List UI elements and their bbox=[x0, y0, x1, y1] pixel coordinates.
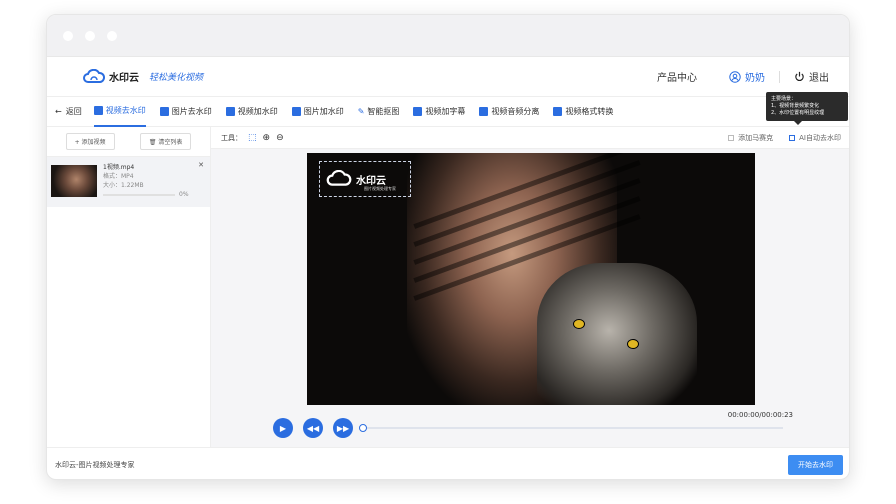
title-bar bbox=[47, 15, 849, 57]
file-progress: 0% bbox=[103, 190, 206, 199]
tools-label: 工具： bbox=[221, 133, 242, 142]
window-dot-maximize[interactable] bbox=[107, 30, 117, 41]
tab-smart-cutout[interactable]: ✎ 智能抠图 bbox=[358, 97, 400, 127]
video-icon bbox=[93, 106, 103, 115]
window-dot-close[interactable] bbox=[63, 30, 73, 41]
player-controls: ▶ ◀◀ ▶▶ 00:00:00/00:00:23 bbox=[211, 409, 849, 447]
header-divider bbox=[779, 70, 780, 83]
tab-label: 图片去水印 bbox=[171, 107, 212, 116]
tab-label: 图片加水印 bbox=[303, 107, 344, 116]
tab-label: 视频音频分离 bbox=[491, 107, 540, 116]
tab-video-add-subtitle[interactable]: 视频加字幕 bbox=[413, 97, 465, 127]
select-box-icon[interactable]: ⬚ bbox=[248, 133, 257, 143]
header-right: 产品中心 奶奶 退出 bbox=[657, 69, 829, 84]
tab-image-remove-watermark[interactable]: 图片去水印 bbox=[159, 97, 212, 127]
cat-figure bbox=[537, 263, 697, 405]
video-preview[interactable]: 水印云 图片视频处理专家 bbox=[307, 153, 755, 405]
file-format: 格式：MP4 bbox=[103, 173, 134, 180]
mosaic-option[interactable]: 添加马赛克 bbox=[728, 133, 773, 143]
close-icon[interactable]: ✕ bbox=[198, 161, 204, 169]
zoom-in-icon[interactable]: ⊕ bbox=[263, 133, 271, 143]
user-name: 奶奶 bbox=[745, 73, 765, 84]
file-sidebar: + 添加视频 🗑 清空列表 1视频.mp4 格式：MP4 大小：1.22MB 0… bbox=[47, 127, 211, 447]
add-video-button[interactable]: + 添加视频 bbox=[65, 133, 115, 150]
ai-remove-label: AI自动去水印 bbox=[799, 133, 841, 142]
zoom-out-icon[interactable]: ⊖ bbox=[276, 133, 284, 143]
tab-label: 视频格式转换 bbox=[565, 107, 614, 116]
subtitle-icon bbox=[413, 107, 423, 116]
tab-label: 视频加水印 bbox=[237, 107, 278, 116]
ai-remove-checkbox[interactable] bbox=[789, 134, 796, 141]
tooltip-line-1: 1、视频背景频繁变化 bbox=[771, 103, 820, 109]
rewind-button[interactable]: ◀◀ bbox=[303, 418, 323, 438]
mosaic-checkbox[interactable] bbox=[728, 134, 735, 141]
user-menu[interactable]: 奶奶 bbox=[729, 69, 765, 84]
power-icon bbox=[795, 71, 804, 82]
ai-remove-tooltip: 主要场景： 1、视频背景频繁变化 2、水印位置有明显纹理 bbox=[766, 92, 848, 125]
mosaic-label: 添加马赛克 bbox=[738, 133, 774, 142]
file-progress-bar bbox=[103, 193, 175, 196]
file-progress-text: 0% bbox=[179, 191, 189, 198]
cat-eye-right bbox=[627, 339, 639, 349]
back-label: 返回 bbox=[65, 107, 82, 116]
tab-format-convert[interactable]: 视频格式转换 bbox=[553, 97, 613, 127]
clear-list-label: 清空列表 bbox=[158, 139, 183, 146]
tab-image-add-watermark[interactable]: 图片加水印 bbox=[291, 97, 344, 127]
video-icon bbox=[225, 107, 235, 116]
tooltip-line-2: 2、水印位置有明显纹理 bbox=[771, 110, 825, 116]
clear-list-button[interactable]: 🗑 清空列表 bbox=[139, 133, 192, 150]
tab-label: 视频加字幕 bbox=[425, 107, 466, 116]
cloud-logo-icon bbox=[83, 68, 105, 83]
footer-app-label: 水印云-图片视频处理专家 bbox=[55, 460, 135, 469]
seek-knob[interactable] bbox=[359, 424, 367, 432]
watermark-subtext: 图片视频处理专家 bbox=[364, 186, 396, 191]
tooltip-title: 主要场景： bbox=[771, 96, 797, 102]
app-header: 水印云 轻松美化视频 产品中心 奶奶 退出 bbox=[47, 57, 849, 97]
back-button[interactable]: ← 返回 bbox=[55, 106, 82, 117]
video-thumbnail bbox=[51, 165, 97, 197]
logout-button[interactable]: 退出 bbox=[794, 69, 829, 84]
start-remove-watermark-button[interactable]: 开始去水印 bbox=[788, 454, 843, 475]
file-size: 大小：1.22MB bbox=[103, 182, 144, 189]
forward-button[interactable]: ▶▶ bbox=[333, 418, 353, 438]
file-name: 1视频.mp4 bbox=[103, 164, 135, 171]
file-icon bbox=[553, 107, 563, 116]
product-center-link[interactable]: 产品中心 bbox=[657, 69, 697, 84]
logo-text: 水印云 bbox=[109, 73, 139, 84]
seek-bar[interactable] bbox=[359, 424, 783, 432]
image-icon bbox=[159, 107, 169, 116]
editor-area: 工具： ⬚ ⊕ ⊖ 添加马赛克 AI自动去水印 水印云 图片视频处理专家 ▶ ◀… bbox=[211, 127, 849, 447]
cat-eye-left bbox=[573, 319, 585, 329]
tab-label: 视频去水印 bbox=[105, 106, 146, 115]
magic-wand-icon: ✎ bbox=[357, 107, 365, 116]
audio-icon bbox=[479, 107, 489, 116]
editor-toolbar: 工具： ⬚ ⊕ ⊖ 添加马赛克 AI自动去水印 bbox=[211, 127, 849, 149]
window-dot-minimize[interactable] bbox=[85, 30, 95, 41]
tab-label: 智能抠图 bbox=[367, 107, 400, 116]
tab-video-add-watermark[interactable]: 视频加水印 bbox=[225, 97, 278, 127]
app-window: 水印云 轻松美化视频 产品中心 奶奶 退出 主要场景： 1、视频背景频繁变化 2… bbox=[46, 14, 850, 480]
image-icon bbox=[291, 107, 301, 116]
main-area: + 添加视频 🗑 清空列表 1视频.mp4 格式：MP4 大小：1.22MB 0… bbox=[47, 127, 849, 447]
list-item[interactable]: 1视频.mp4 格式：MP4 大小：1.22MB 0% ✕ bbox=[47, 157, 210, 207]
tab-audio-separation[interactable]: 视频音频分离 bbox=[479, 97, 539, 127]
watermark-selection-box[interactable]: 水印云 图片视频处理专家 bbox=[319, 161, 411, 197]
time-display: 00:00:00/00:00:23 bbox=[727, 411, 793, 419]
slogan: 轻松美化视频 bbox=[149, 73, 204, 83]
tab-video-remove-watermark[interactable]: 视频去水印 bbox=[93, 97, 146, 127]
cloud-watermark-icon bbox=[326, 170, 352, 186]
play-button[interactable]: ▶ bbox=[273, 418, 293, 438]
sidebar-actions: + 添加视频 🗑 清空列表 bbox=[47, 127, 210, 157]
footer-bar: 水印云-图片视频处理专家 开始去水印 bbox=[47, 447, 849, 479]
user-icon bbox=[729, 70, 741, 83]
watermark-text: 水印云 bbox=[356, 175, 386, 187]
file-info: 1视频.mp4 格式：MP4 大小：1.22MB 0% bbox=[103, 163, 206, 201]
brand-logo[interactable]: 水印云 轻松美化视频 bbox=[83, 68, 204, 85]
logout-label: 退出 bbox=[809, 73, 829, 84]
feature-toolbar: ← 返回 视频去水印 图片去水印 视频加水印 图片加水印 ✎ 智能抠图 视频加字… bbox=[47, 97, 849, 127]
editor-options: 添加马赛克 AI自动去水印 bbox=[728, 133, 841, 143]
arrow-left-icon: ← bbox=[55, 107, 62, 116]
ai-remove-option[interactable]: AI自动去水印 bbox=[789, 133, 841, 143]
trash-icon: 🗑 bbox=[148, 139, 157, 146]
